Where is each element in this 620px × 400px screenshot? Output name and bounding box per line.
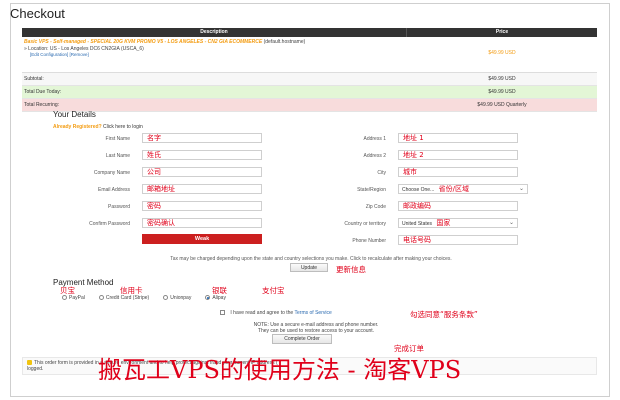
- total-due-row: Total Due Today: $49.99 USD: [22, 86, 597, 99]
- address1-field[interactable]: 地址 1: [398, 133, 518, 143]
- table-header: Description Price: [22, 28, 597, 37]
- col-description: Description: [22, 28, 407, 37]
- phone-label: Phone Number: [352, 238, 386, 244]
- email-label: Email Address: [98, 187, 130, 193]
- product-hostname: (default.hostname): [263, 39, 306, 45]
- total-due-value: $49.99 USD: [488, 89, 516, 95]
- page-title: Checkout: [10, 6, 65, 21]
- zip-field[interactable]: 邮政编码: [398, 201, 518, 211]
- total-due-label: Total Due Today:: [24, 89, 62, 95]
- radio-icon[interactable]: [163, 295, 169, 301]
- watermark-title: 搬瓦工VPS的使用方法 - 淘客VPS: [98, 356, 462, 384]
- state-label: State/Region: [357, 187, 386, 193]
- edit-remove-links[interactable]: [Edit Configuration] [Remove]: [30, 52, 405, 59]
- city-field[interactable]: 城市: [398, 167, 518, 177]
- state-selected-value: Choose One...: [402, 187, 435, 193]
- complete-order-button[interactable]: Complete Order: [272, 334, 332, 344]
- password-label: Password: [108, 204, 130, 210]
- paypal-option[interactable]: PayPal: [62, 295, 85, 301]
- subtotal-value: $49.99 USD: [488, 76, 516, 82]
- order-summary-table: Description Price Basic VPS - Self-manag…: [22, 28, 597, 112]
- creditcard-option[interactable]: Credit Card (Stripe): [98, 295, 150, 301]
- city-label: City: [377, 170, 386, 176]
- radio-selected-icon[interactable]: [205, 295, 211, 301]
- total-recurring-value: $49.99 USD Quarterly: [477, 102, 527, 108]
- address2-field[interactable]: 地址 2: [398, 150, 518, 160]
- col-price: Price: [495, 29, 509, 35]
- address2-label: Address 2: [363, 153, 386, 159]
- alipay-label: Alipay: [212, 295, 226, 301]
- tax-note: Tax may be charged depending upon the st…: [170, 256, 452, 262]
- zip-label: Zip Code: [365, 204, 386, 210]
- paypal-label: PayPal: [69, 295, 85, 301]
- update-annotation: 更新信息: [336, 265, 366, 274]
- tos-checkbox[interactable]: [220, 310, 225, 316]
- password-strength-meter: Weak: [142, 234, 262, 244]
- first-name-label: First Name: [105, 136, 130, 142]
- phone-field[interactable]: 电话号码: [398, 235, 518, 245]
- product-price: $49.99 USD: [488, 50, 516, 56]
- chevron-down-icon: ⌄: [508, 220, 514, 226]
- subtotal-label: Subtotal:: [24, 76, 44, 82]
- password-field[interactable]: 密码: [142, 201, 262, 211]
- country-select[interactable]: United States 国家 ⌄: [398, 218, 518, 228]
- email-field[interactable]: 邮箱地址: [142, 184, 262, 194]
- radio-icon[interactable]: [98, 295, 104, 301]
- tos-row: I have read and agree to the Terms of Se…: [220, 310, 332, 316]
- alipay-annotation: 支付宝: [262, 286, 285, 295]
- radio-icon[interactable]: [62, 295, 67, 301]
- first-name-field[interactable]: 名字: [142, 133, 262, 143]
- state-annotation: 省份/区域: [438, 185, 469, 193]
- already-registered: Already Registered? Click here to login: [53, 124, 143, 130]
- last-name-field[interactable]: 姓氏: [142, 150, 262, 160]
- country-label: Country or territory: [344, 221, 386, 227]
- login-link[interactable]: Click here to login: [103, 124, 143, 130]
- company-name-label: Company Name: [93, 170, 130, 176]
- company-name-field[interactable]: 公司: [142, 167, 262, 177]
- your-details-title: Your Details: [53, 110, 96, 119]
- last-name-label: Last Name: [105, 153, 130, 159]
- security-note: NOTE: Use a secure e-mail address and ph…: [196, 322, 436, 334]
- lock-icon: [27, 360, 32, 366]
- tos-annotation: 勾选同意“服务条款”: [410, 310, 478, 319]
- state-select[interactable]: Choose One... 省份/区域 ⌄: [398, 184, 528, 194]
- confirm-password-field[interactable]: 密码确认: [142, 218, 262, 228]
- alipay-option[interactable]: Alipay: [205, 295, 226, 301]
- address1-label: Address 1: [363, 136, 386, 142]
- already-registered-label: Already Registered?: [53, 124, 102, 130]
- country-annotation: 国家: [436, 219, 451, 227]
- country-selected-value: United States: [402, 221, 433, 227]
- table-row: Basic VPS - Self-managed - SPECIAL 20G K…: [22, 37, 597, 73]
- subtotal-row: Subtotal: $49.99 USD: [22, 73, 597, 86]
- tos-text: I have read and agree to the: [230, 310, 294, 316]
- creditcard-label: Credit Card (Stripe): [105, 295, 150, 301]
- chevron-down-icon: ⌄: [518, 186, 524, 192]
- unionpay-option[interactable]: Unionpay: [163, 295, 191, 301]
- product-name: Basic VPS - Self-managed - SPECIAL 20G K…: [24, 39, 263, 45]
- unionpay-label: Unionpay: [170, 295, 192, 301]
- total-recurring-row: Total Recurring: $49.99 USD Quarterly: [22, 99, 597, 112]
- update-button[interactable]: Update: [290, 263, 328, 272]
- payment-options: PayPal Credit Card (Stripe) Unionpay Ali…: [62, 295, 226, 301]
- confirm-password-label: Confirm Password: [89, 221, 130, 227]
- tos-link[interactable]: Terms of Service: [295, 310, 332, 316]
